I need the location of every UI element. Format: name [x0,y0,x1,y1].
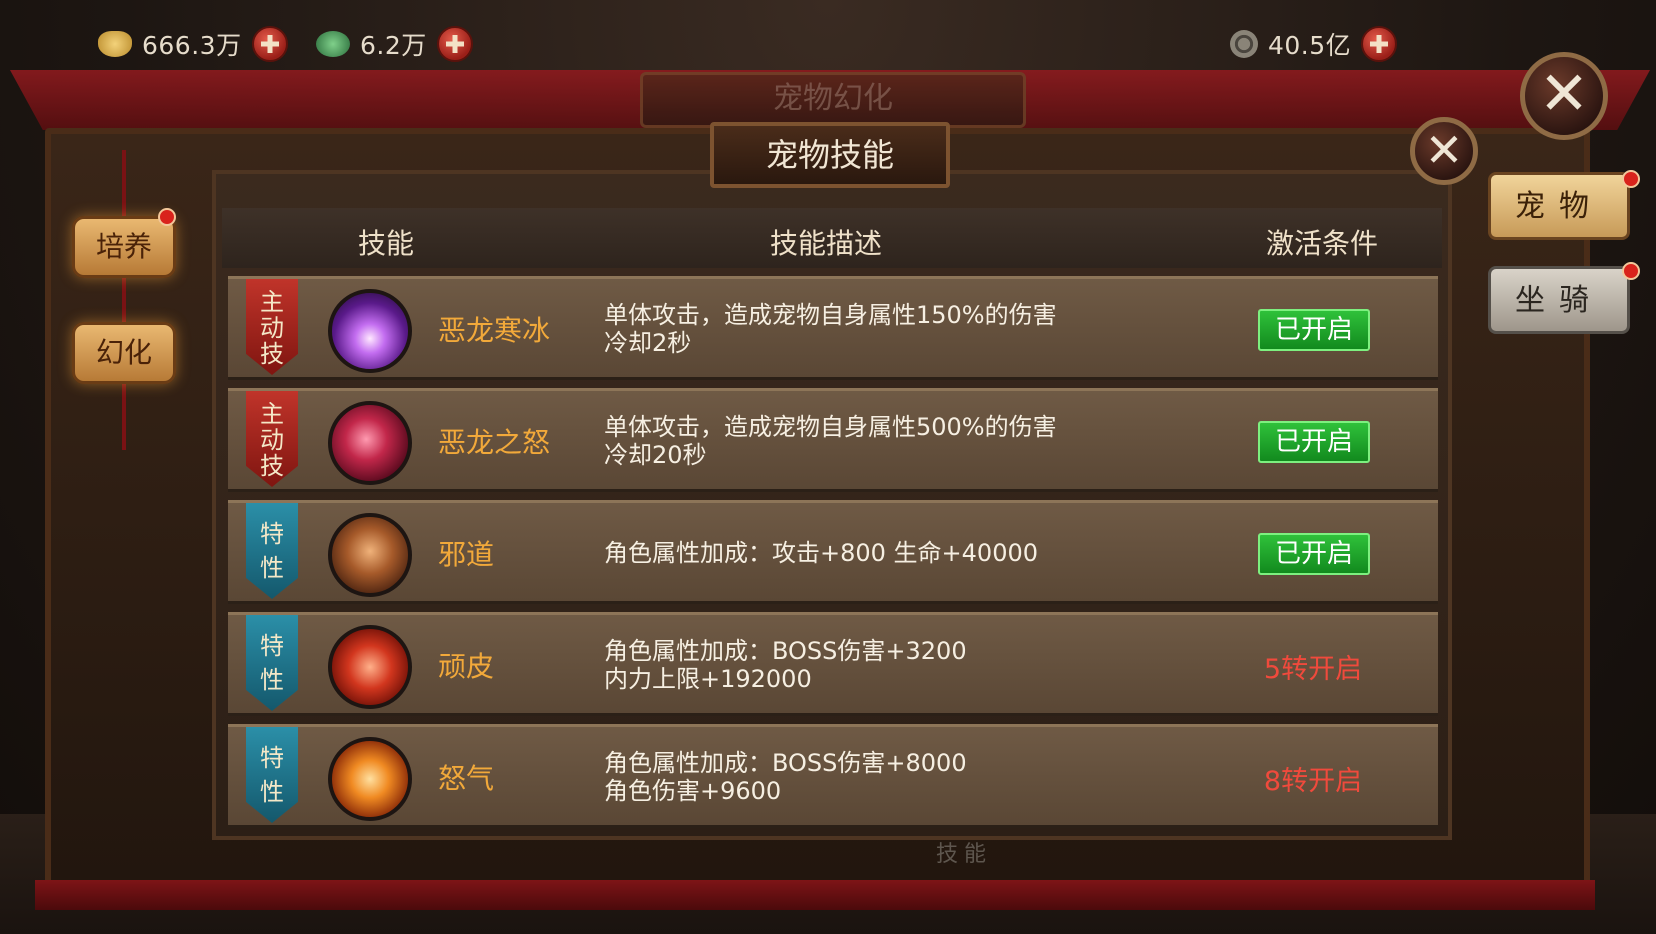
close-panel-icon[interactable]: ✕ [1520,52,1608,140]
header-condition: 激活条件 [1266,227,1379,260]
copper-value: 40.5亿 [1268,31,1352,60]
tab-transform[interactable]: 幻化 [72,322,176,384]
copper-coin-icon [1230,30,1258,58]
rage-icon[interactable] [328,737,412,821]
skill-description: 角色属性加成：BOSS伤害+8000 角色伤害+9600 [604,749,967,805]
add-copper-button[interactable] [1361,26,1398,62]
type-banner-trait: 特性 [246,503,298,599]
purple-burst-icon[interactable] [328,289,412,373]
type-banner-trait: 特性 [246,727,298,823]
skill-row[interactable]: 主动技 恶龙寒冰 单体攻击，造成宠物自身属性150%的伤害 冷却2秒 已开启 [228,276,1438,380]
skill-row[interactable]: 特性 顽皮 角色属性加成：BOSS伤害+3200 内力上限+192000 5转开启 [228,612,1438,716]
skill-name: 恶龙寒冰 [438,314,551,347]
jade-value: 6.2万 [360,31,427,60]
skill-name: 邪道 [438,538,495,571]
table-header: 技能 技能描述 激活条件 [222,208,1442,268]
header-skill: 技能 [358,227,415,260]
skill-description: 角色属性加成：BOSS伤害+3200 内力上限+192000 [604,637,967,693]
currency-gold: 666.3万 [98,24,288,64]
type-banner-trait: 特性 [246,615,298,711]
skill-name: 恶龙之怒 [438,426,551,459]
mount-notice-dot [1622,262,1640,280]
tough-skin-icon[interactable] [328,625,412,709]
status-badge: 已开启 [1258,533,1370,575]
cultivate-notice-dot [158,208,176,226]
skill-name: 顽皮 [438,650,495,683]
add-jade-button[interactable] [436,26,473,62]
footer-skill-label: 技能 [936,842,993,867]
currency-copper: 40.5亿 [1230,24,1398,64]
dialog-title: 宠物技能 [710,122,950,188]
header-description: 技能描述 [770,227,883,260]
currency-jade: 6.2万 [316,24,473,64]
skill-description: 单体攻击，造成宠物自身属性500%的伤害 冷却20秒 [604,413,1057,469]
skill-description: 单体攻击，造成宠物自身属性150%的伤害 冷却2秒 [604,301,1057,357]
tab-pet[interactable]: 宠物 [1488,172,1630,240]
gold-value: 666.3万 [142,31,242,60]
status-badge: 已开启 [1258,421,1370,463]
skill-row[interactable]: 特性 怒气 角色属性加成：BOSS伤害+8000 角色伤害+9600 8转开启 [228,724,1438,828]
gold-ingot-icon [98,31,132,57]
left-tab-cord [122,150,126,450]
skill-name: 怒气 [438,762,495,795]
unlock-condition: 8转开启 [1263,766,1363,797]
status-badge: 已开启 [1258,309,1370,351]
frame-bottom-drape [35,880,1595,910]
background-panel-title: 宠物幻化 [640,72,1026,128]
evil-way-icon[interactable] [328,513,412,597]
type-banner-active: 主动技 [246,279,298,375]
add-gold-button[interactable] [251,26,288,62]
dragon-claw-icon[interactable] [328,401,412,485]
tab-mount[interactable]: 坐骑 [1488,266,1630,334]
jade-coin-icon [316,31,350,57]
close-dialog-icon[interactable]: ✕ [1410,117,1478,185]
unlock-condition: 5转开启 [1263,654,1363,685]
pet-notice-dot [1622,170,1640,188]
type-banner-active: 主动技 [246,391,298,487]
skill-description: 角色属性加成：攻击+800 生命+40000 [604,539,1039,567]
skill-row[interactable]: 主动技 恶龙之怒 单体攻击，造成宠物自身属性500%的伤害 冷却20秒 已开启 [228,388,1438,492]
skill-row[interactable]: 特性 邪道 角色属性加成：攻击+800 生命+40000 已开启 [228,500,1438,604]
tab-cultivate[interactable]: 培养 [72,216,176,278]
